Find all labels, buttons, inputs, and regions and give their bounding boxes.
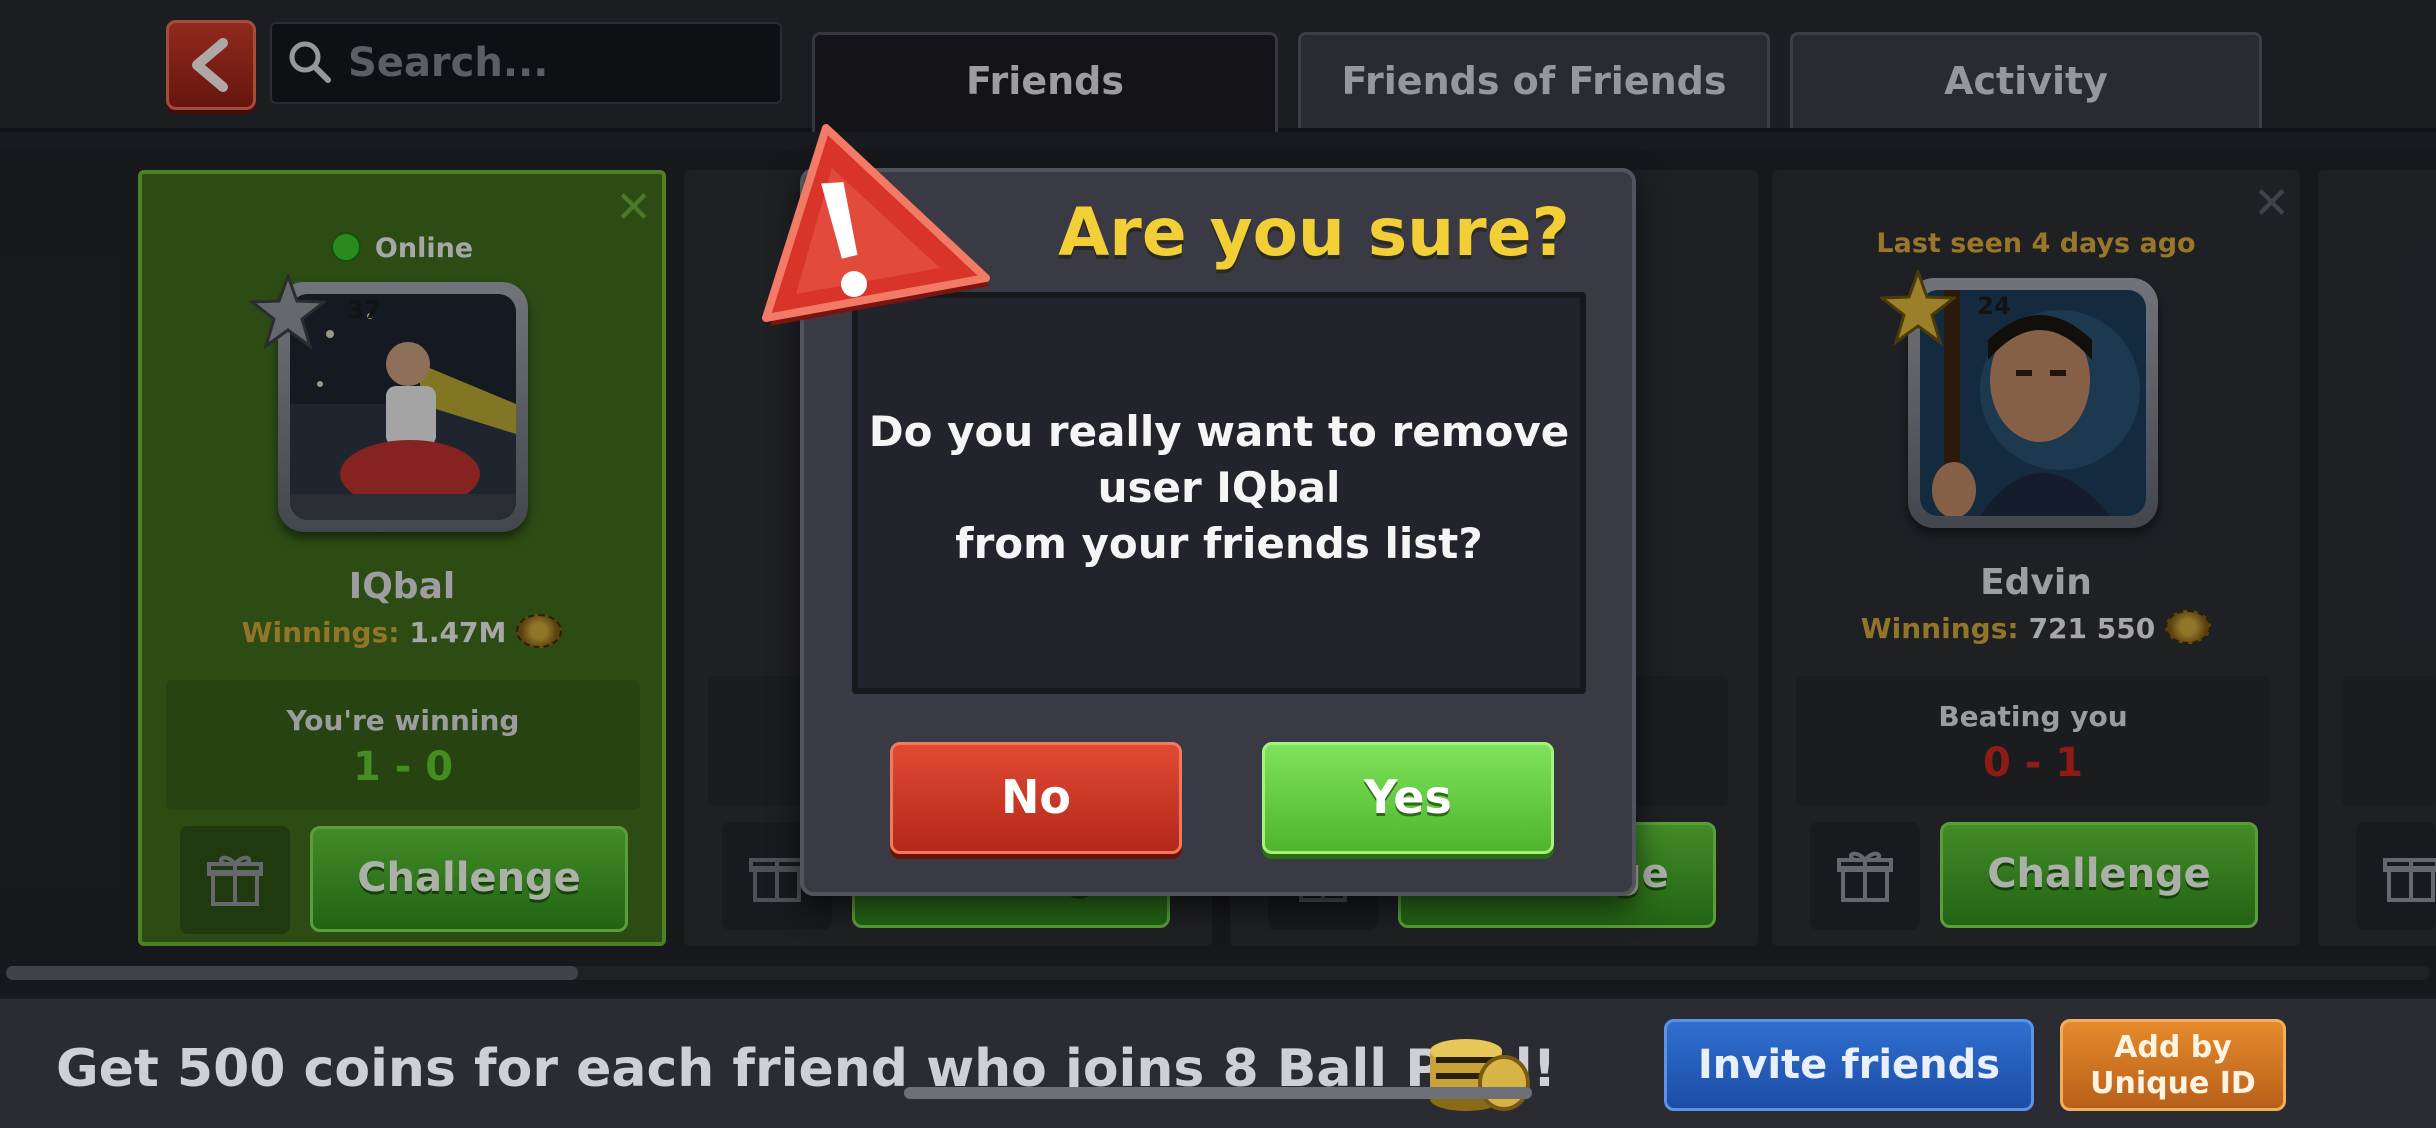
no-button[interactable]: No [890, 742, 1182, 854]
button-label: Unique ID [2090, 1066, 2256, 1101]
dialog-body: Do you really want to remove user IQbal … [852, 292, 1586, 694]
coin-stack-icon [1430, 1039, 1530, 1111]
dialog-message-line: Do you really want to remove [868, 407, 1570, 456]
home-indicator[interactable] [904, 1087, 1532, 1099]
dialog-title: Are you sure? [1058, 194, 1570, 271]
dialog-message-line: user IQbal [1097, 463, 1341, 512]
yes-button[interactable]: Yes [1262, 742, 1554, 854]
bottom-bar: Get 500 coins for each friend who joins … [0, 996, 2436, 1128]
warning-icon [762, 124, 990, 326]
button-label: Add by [2114, 1030, 2232, 1065]
dialog-message: Do you really want to remove user IQbal … [858, 404, 1580, 572]
add-by-unique-id-button[interactable]: Add by Unique ID [2060, 1019, 2286, 1111]
dialog-message-line: from your friends list? [955, 519, 1483, 568]
invite-friends-button[interactable]: Invite friends [1664, 1019, 2034, 1111]
